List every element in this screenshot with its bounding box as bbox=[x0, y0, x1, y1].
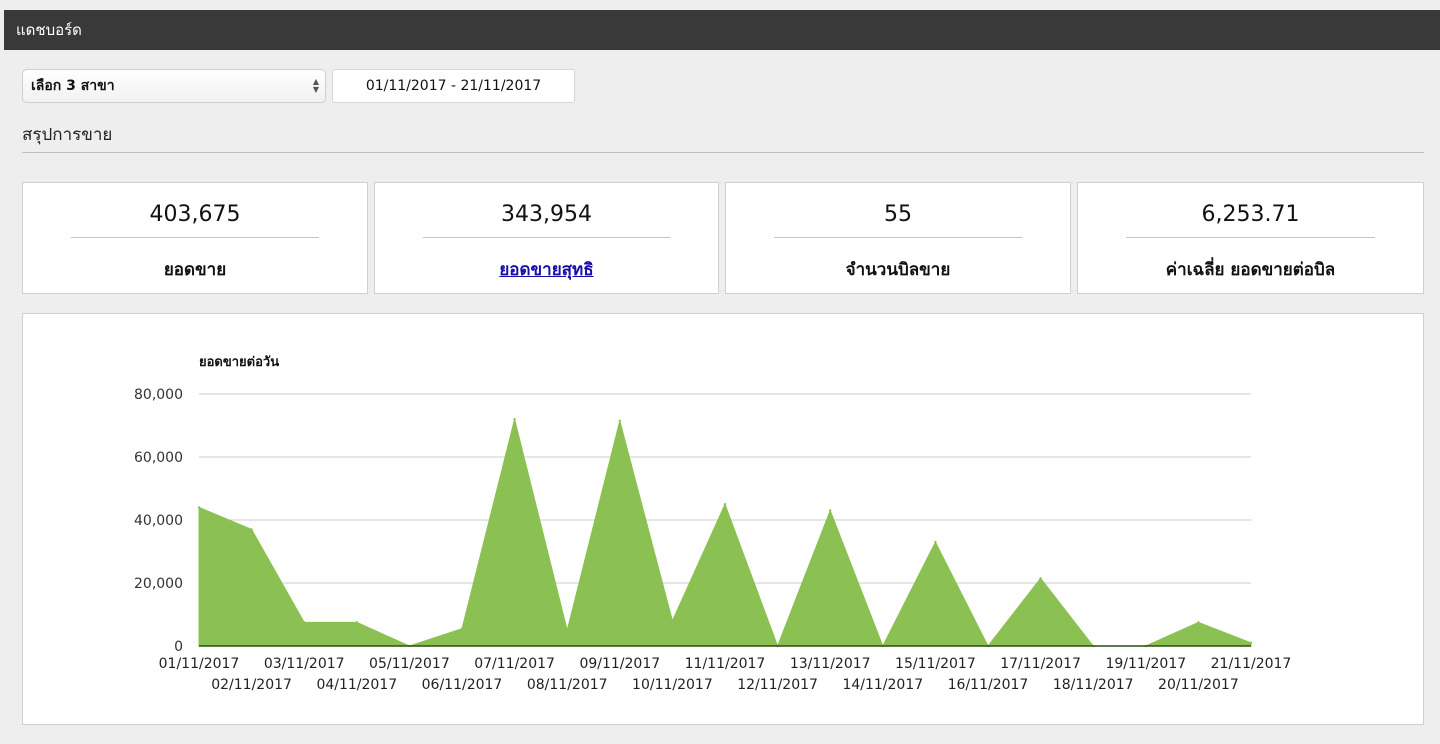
page-title: แดชบอร์ด bbox=[16, 21, 82, 39]
x-tick-label: 03/11/2017 bbox=[264, 656, 345, 672]
data-point bbox=[934, 540, 937, 544]
data-point bbox=[1039, 577, 1042, 580]
net-sales-link[interactable]: ยอดขายสุทธิ bbox=[375, 256, 718, 283]
date-range-input[interactable]: 01/11/2017 - 21/11/2017 bbox=[332, 69, 575, 103]
data-point bbox=[829, 509, 832, 512]
section-title: สรุปการขาย bbox=[22, 125, 113, 145]
x-tick-label: 05/11/2017 bbox=[369, 656, 450, 672]
x-tick-label: 14/11/2017 bbox=[842, 677, 923, 693]
chart-title: ยอดขายต่อวัน bbox=[199, 355, 279, 370]
data-point bbox=[1197, 621, 1200, 624]
date-range-value: 01/11/2017 - 21/11/2017 bbox=[365, 78, 542, 94]
card-divider bbox=[774, 237, 1022, 238]
card-bill-count-label: จำนวนบิลขาย bbox=[845, 260, 951, 280]
daily-sales-chart: ยอดขายต่อวัน 0 20,000 40,000 60,000 80,000 01/… bbox=[134, 355, 1292, 693]
x-tick-label: 04/11/2017 bbox=[316, 677, 397, 693]
card-sales: 403,675 ยอดขาย bbox=[22, 182, 368, 294]
x-tick-label: 01/11/2017 bbox=[159, 656, 240, 672]
x-tick-label: 06/11/2017 bbox=[422, 677, 503, 693]
y-tick-label: 0 bbox=[174, 639, 183, 655]
x-tick-label: 18/11/2017 bbox=[1053, 677, 1134, 693]
daily-sales-chart-panel: ยอดขายต่อวัน 0 20,000 40,000 60,000 80,000 01/… bbox=[22, 313, 1424, 725]
data-point bbox=[355, 621, 358, 624]
section-divider bbox=[22, 152, 1424, 153]
card-sales-label: ยอดขาย bbox=[163, 260, 227, 280]
y-tick-label: 60,000 bbox=[134, 450, 183, 466]
y-tick-label: 20,000 bbox=[134, 576, 183, 592]
x-tick-label: 09/11/2017 bbox=[579, 656, 660, 672]
data-point bbox=[1249, 641, 1253, 645]
card-divider bbox=[1126, 237, 1375, 238]
data-point bbox=[723, 503, 727, 506]
x-tick-label: 11/11/2017 bbox=[685, 656, 766, 672]
data-point bbox=[303, 621, 306, 624]
data-point bbox=[671, 619, 674, 622]
branch-select[interactable]: เลือก 3 สาขา ▲ ▼ bbox=[22, 69, 326, 103]
data-point bbox=[250, 528, 253, 531]
card-avg-per-bill-value: 6,253.71 bbox=[1201, 202, 1300, 227]
card-divider bbox=[71, 237, 319, 238]
select-arrows-icon: ▲ ▼ bbox=[312, 77, 319, 94]
x-tick-label: 07/11/2017 bbox=[474, 656, 555, 672]
card-avg-per-bill: 6,253.71 ค่าเฉลี่ย ยอดขายต่อบิล bbox=[1077, 182, 1424, 294]
card-divider bbox=[423, 237, 670, 238]
x-tick-label: 10/11/2017 bbox=[632, 677, 713, 693]
x-tick-label: 13/11/2017 bbox=[790, 656, 871, 672]
data-point bbox=[513, 418, 516, 421]
x-tick-label: 12/11/2017 bbox=[737, 677, 818, 693]
x-tick-label: 20/11/2017 bbox=[1158, 677, 1239, 693]
card-avg-per-bill-label: ค่าเฉลี่ย ยอดขายต่อบิล bbox=[1165, 260, 1336, 280]
data-point bbox=[460, 627, 464, 630]
y-tick-label: 40,000 bbox=[134, 513, 183, 529]
branch-select-value: เลือก 3 สาขา bbox=[31, 78, 115, 94]
x-tick-label: 02/11/2017 bbox=[211, 677, 292, 693]
card-bill-count-value: 55 bbox=[884, 202, 912, 227]
x-tick-label: 21/11/2017 bbox=[1211, 656, 1292, 672]
x-tick-label: 08/11/2017 bbox=[527, 677, 608, 693]
card-bill-count: 55 จำนวนบิลขาย bbox=[725, 182, 1071, 294]
sales-area bbox=[198, 419, 1252, 648]
x-tick-label: 17/11/2017 bbox=[1000, 656, 1081, 672]
card-net-sales: 343,954 ยอดขายสุทธิ bbox=[374, 182, 719, 294]
data-point bbox=[197, 506, 201, 509]
data-point bbox=[566, 629, 569, 632]
y-tick-label: 80,000 bbox=[134, 387, 183, 403]
x-tick-label: 15/11/2017 bbox=[895, 656, 976, 672]
x-tick-label: 19/11/2017 bbox=[1105, 656, 1186, 672]
card-sales-value: 403,675 bbox=[149, 202, 241, 227]
dashboard-header: แดชบอร์ด bbox=[4, 10, 1440, 50]
data-point bbox=[618, 419, 621, 422]
x-tick-label: 16/11/2017 bbox=[948, 677, 1029, 693]
card-net-sales-value: 343,954 bbox=[501, 202, 592, 227]
